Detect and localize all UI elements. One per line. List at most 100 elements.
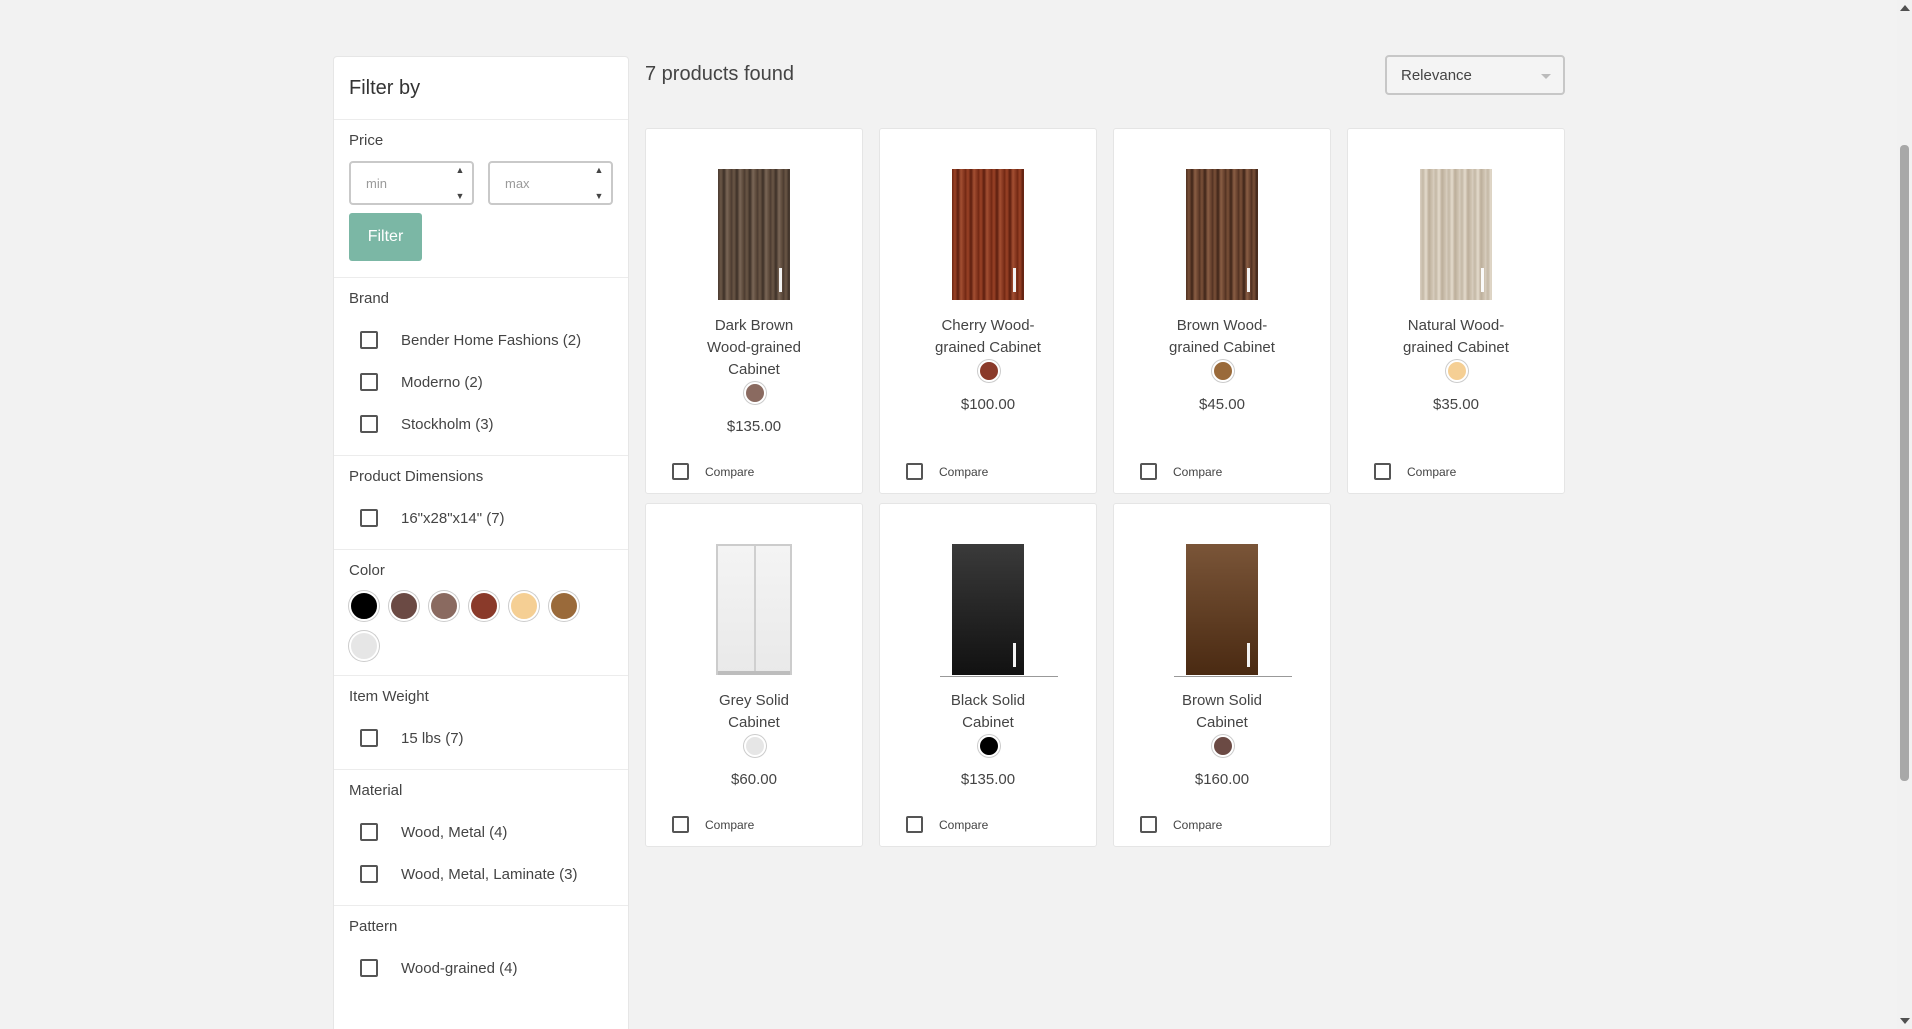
brand-option[interactable]: Moderno (2) xyxy=(349,361,613,403)
compare-toggle[interactable]: Compare xyxy=(672,816,754,833)
compare-checkbox[interactable] xyxy=(906,816,923,833)
product-card[interactable]: Brown Wood-grained Cabinet $45.00 Compar… xyxy=(1113,128,1331,494)
product-color-dot xyxy=(744,735,766,757)
sort-value: Relevance xyxy=(1401,67,1472,84)
price-min-stepper[interactable]: ▲ ▼ xyxy=(452,165,468,201)
sort-select[interactable]: Relevance xyxy=(1385,55,1565,95)
product-image[interactable] xyxy=(718,169,790,300)
material-title: Material xyxy=(349,782,403,799)
filter-sidebar: Filter by Price min ▲ ▼ max ▲ ▼ Filter Bra… xyxy=(333,56,629,1029)
brand-option[interactable]: Bender Home Fashions (2) xyxy=(349,319,613,361)
dimension-option[interactable]: 16"x28"x14" (7) xyxy=(349,497,613,539)
color-swatch[interactable] xyxy=(349,631,379,661)
product-color-dot xyxy=(1212,735,1234,757)
product-price: $160.00 xyxy=(1194,771,1250,788)
compare-toggle[interactable]: Compare xyxy=(1140,816,1222,833)
checkbox[interactable] xyxy=(360,865,378,883)
product-image[interactable] xyxy=(1186,544,1258,675)
price-section: Price min ▲ ▼ max ▲ ▼ Filter xyxy=(334,120,628,278)
material-option[interactable]: Wood, Metal (4) xyxy=(349,811,613,853)
compare-label: Compare xyxy=(1407,464,1457,479)
stepper-down-icon[interactable]: ▼ xyxy=(456,191,465,201)
material-section: Material Wood, Metal (4) Wood, Metal, La… xyxy=(334,770,628,906)
color-swatch[interactable] xyxy=(429,591,459,621)
product-name[interactable]: Brown Wood-grained Cabinet xyxy=(1154,315,1290,359)
product-image-shadow xyxy=(940,676,1058,677)
checkbox[interactable] xyxy=(360,959,378,977)
chevron-down-icon xyxy=(1541,74,1551,79)
compare-checkbox[interactable] xyxy=(1140,816,1157,833)
product-name[interactable]: Dark Brown Wood-grained Cabinet xyxy=(701,315,807,381)
compare-label: Compare xyxy=(1173,464,1223,479)
checkbox[interactable] xyxy=(360,729,378,747)
dimensions-section: Product Dimensions 16"x28"x14" (7) xyxy=(334,456,628,550)
compare-toggle[interactable]: Compare xyxy=(906,816,988,833)
pattern-option[interactable]: Wood-grained (4) xyxy=(349,947,613,989)
product-image[interactable] xyxy=(952,544,1024,675)
compare-checkbox[interactable] xyxy=(1374,463,1391,480)
price-min-input[interactable]: min ▲ ▼ xyxy=(349,161,474,205)
price-max-input[interactable]: max ▲ ▼ xyxy=(488,161,613,205)
checkbox[interactable] xyxy=(360,331,378,349)
product-image[interactable] xyxy=(1186,169,1258,300)
compare-toggle[interactable]: Compare xyxy=(1140,463,1222,480)
compare-checkbox[interactable] xyxy=(672,816,689,833)
weight-option[interactable]: 15 lbs (7) xyxy=(349,717,613,759)
compare-label: Compare xyxy=(705,817,755,832)
results-count: 7 products found xyxy=(645,63,794,85)
color-swatches xyxy=(349,591,599,661)
color-swatch[interactable] xyxy=(549,591,579,621)
compare-toggle[interactable]: Compare xyxy=(906,463,988,480)
brand-option-label: Bender Home Fashions (2) xyxy=(401,331,582,349)
brand-section: Brand Bender Home Fashions (2) Moderno (… xyxy=(334,278,628,456)
weight-section: Item Weight 15 lbs (7) xyxy=(334,676,628,770)
checkbox[interactable] xyxy=(360,373,378,391)
product-card[interactable]: Black Solid Cabinet $135.00 Compare xyxy=(879,503,1097,847)
compare-checkbox[interactable] xyxy=(672,463,689,480)
scroll-down-icon[interactable] xyxy=(1900,1018,1910,1024)
filter-button[interactable]: Filter xyxy=(349,213,422,261)
compare-toggle[interactable]: Compare xyxy=(672,463,754,480)
product-image[interactable] xyxy=(952,169,1024,300)
color-swatch[interactable] xyxy=(509,591,539,621)
scrollbar-thumb[interactable] xyxy=(1900,145,1909,781)
product-card[interactable]: Cherry Wood-grained Cabinet $100.00 Comp… xyxy=(879,128,1097,494)
compare-checkbox[interactable] xyxy=(906,463,923,480)
product-color-dot xyxy=(744,382,766,404)
compare-checkbox[interactable] xyxy=(1140,463,1157,480)
product-image[interactable] xyxy=(716,544,792,675)
compare-label: Compare xyxy=(939,817,989,832)
product-name[interactable]: Cherry Wood-grained Cabinet xyxy=(920,315,1056,359)
checkbox[interactable] xyxy=(360,415,378,433)
stepper-down-icon[interactable]: ▼ xyxy=(595,191,604,201)
stepper-up-icon[interactable]: ▲ xyxy=(595,165,604,175)
product-name[interactable]: Brown Solid Cabinet xyxy=(1169,690,1275,734)
price-max-stepper[interactable]: ▲ ▼ xyxy=(591,165,607,201)
product-card[interactable]: Brown Solid Cabinet $160.00 Compare xyxy=(1113,503,1331,847)
brand-option[interactable]: Stockholm (3) xyxy=(349,403,613,445)
page: Filter by Price min ▲ ▼ max ▲ ▼ Filter Bra… xyxy=(0,0,1912,1029)
stepper-up-icon[interactable]: ▲ xyxy=(456,165,465,175)
product-price: $35.00 xyxy=(1433,396,1479,413)
product-card[interactable]: Natural Wood-grained Cabinet $35.00 Comp… xyxy=(1347,128,1565,494)
material-option[interactable]: Wood, Metal, Laminate (3) xyxy=(349,853,613,895)
product-name[interactable]: Natural Wood-grained Cabinet xyxy=(1388,315,1524,359)
weight-option-label: 15 lbs (7) xyxy=(401,729,464,747)
color-swatch[interactable] xyxy=(349,591,379,621)
pattern-section: Pattern Wood-grained (4) xyxy=(334,906,628,1003)
compare-toggle[interactable]: Compare xyxy=(1374,463,1456,480)
product-card[interactable]: Dark Brown Wood-grained Cabinet $135.00 … xyxy=(645,128,863,494)
product-name[interactable]: Black Solid Cabinet xyxy=(935,690,1041,734)
product-card[interactable]: Grey Solid Cabinet $60.00 Compare xyxy=(645,503,863,847)
checkbox[interactable] xyxy=(360,509,378,527)
color-title: Color xyxy=(349,562,385,579)
product-price: $100.00 xyxy=(960,396,1016,413)
checkbox[interactable] xyxy=(360,823,378,841)
page-scrollbar[interactable] xyxy=(1897,0,1912,1029)
product-price: $45.00 xyxy=(1199,396,1245,413)
product-name[interactable]: Grey Solid Cabinet xyxy=(701,690,807,734)
scroll-up-icon[interactable] xyxy=(1900,5,1910,11)
color-swatch[interactable] xyxy=(389,591,419,621)
color-swatch[interactable] xyxy=(469,591,499,621)
product-image[interactable] xyxy=(1420,169,1492,300)
